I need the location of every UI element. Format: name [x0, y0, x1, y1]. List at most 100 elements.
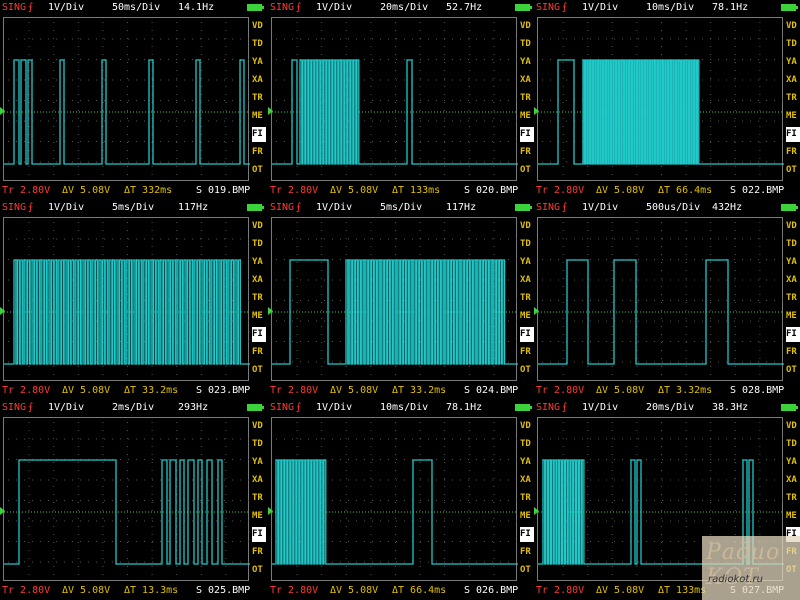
menu-item-fr[interactable]: FR [252, 545, 266, 560]
menu-item-vd[interactable]: VD [786, 219, 800, 234]
grid-dot [468, 478, 470, 479]
menu-item-vd[interactable]: VD [520, 219, 534, 234]
menu-item-xa[interactable]: XA [520, 273, 534, 288]
grid-dot [64, 438, 65, 440]
grid-dot [53, 222, 55, 223]
menu-item-td[interactable]: TD [786, 437, 800, 452]
menu-item-ot[interactable]: OT [252, 363, 266, 378]
menu-item-me[interactable]: ME [520, 109, 534, 124]
grid-dot [493, 494, 495, 495]
menu-item-ya[interactable]: YA [252, 55, 266, 70]
grid-dot [758, 79, 759, 81]
menu-item-fi[interactable]: FI [786, 327, 800, 342]
menu-item-vd[interactable]: VD [252, 219, 266, 234]
grid-dot [72, 141, 73, 142]
menu-item-td[interactable]: TD [520, 437, 534, 452]
delta-v-readout: ΔV 5.08V [596, 385, 645, 396]
menu-item-tr[interactable]: TR [252, 291, 266, 306]
menu-item-xa[interactable]: XA [520, 73, 534, 88]
menu-item-ot[interactable]: OT [252, 163, 266, 178]
menu-item-ya[interactable]: YA [786, 255, 800, 270]
menu-item-fi[interactable]: FI [520, 327, 534, 342]
menu-item-fi[interactable]: FI [520, 127, 534, 142]
menu-item-vd[interactable]: VD [786, 419, 800, 434]
grid-dot [380, 479, 381, 481]
menu-item-ot[interactable]: OT [786, 363, 800, 378]
menu-item-me[interactable]: ME [520, 309, 534, 324]
menu-item-xa[interactable]: XA [252, 73, 266, 88]
grid-dot [670, 279, 671, 281]
menu-item-ya[interactable]: YA [786, 55, 800, 70]
menu-item-fr[interactable]: FR [786, 345, 800, 360]
menu-item-fr[interactable]: FR [520, 145, 534, 160]
menu-item-ot[interactable]: OT [520, 163, 534, 178]
menu-item-xa[interactable]: XA [520, 473, 534, 488]
menu-item-ot[interactable]: OT [786, 163, 800, 178]
menu-item-fr[interactable]: FR [520, 545, 534, 560]
menu-item-xa[interactable]: XA [786, 273, 800, 288]
menu-item-tr[interactable]: TR [786, 291, 800, 306]
grid-dot [284, 361, 285, 363]
menu-item-vd[interactable]: VD [520, 19, 534, 34]
menu-item-ot[interactable]: OT [520, 563, 534, 578]
menu-item-me[interactable]: ME [252, 509, 266, 524]
menu-item-td[interactable]: TD [252, 37, 266, 52]
grid-dot [492, 141, 493, 142]
grid-dot [225, 238, 227, 239]
grid-dot [654, 479, 655, 481]
menu-item-tr[interactable]: TR [520, 491, 534, 506]
grid-dot [726, 361, 727, 363]
menu-item-fi[interactable]: FI [786, 127, 800, 142]
grid-dot [216, 438, 217, 440]
menu-item-xa[interactable]: XA [786, 73, 800, 88]
menu-item-ya[interactable]: YA [520, 255, 534, 270]
menu-item-xa[interactable]: XA [786, 473, 800, 488]
menu-item-vd[interactable]: VD [786, 19, 800, 34]
menu-item-ot[interactable]: OT [520, 363, 534, 378]
menu-item-vd[interactable]: VD [520, 419, 534, 434]
menu-item-tr[interactable]: TR [520, 291, 534, 306]
menu-item-vd[interactable]: VD [252, 419, 266, 434]
menu-item-tr[interactable]: TR [252, 91, 266, 106]
grid-dot [500, 79, 501, 81]
menu-item-fi[interactable]: FI [252, 127, 266, 142]
menu-item-td[interactable]: TD [520, 37, 534, 52]
volts-per-div: 1V/Div [48, 202, 85, 213]
menu-item-me[interactable]: ME [786, 309, 800, 324]
menu-item-ya[interactable]: YA [252, 455, 266, 470]
menu-item-fr[interactable]: FR [786, 145, 800, 160]
menu-item-fr[interactable]: FR [252, 145, 266, 160]
menu-item-me[interactable]: ME [786, 109, 800, 124]
menu-item-xa[interactable]: XA [252, 473, 266, 488]
menu-item-xa[interactable]: XA [252, 273, 266, 288]
menu-item-td[interactable]: TD [520, 237, 534, 252]
grid-dot [104, 38, 105, 40]
menu-item-me[interactable]: ME [252, 109, 266, 124]
grid-dot [192, 79, 193, 81]
menu-item-fi[interactable]: FI [252, 327, 266, 342]
menu-item-tr[interactable]: TR [786, 91, 800, 106]
menu-item-td[interactable]: TD [252, 437, 266, 452]
menu-item-tr[interactable]: TR [786, 491, 800, 506]
grid-dot [53, 510, 55, 511]
menu-item-fi[interactable]: FI [520, 527, 534, 542]
menu-item-me[interactable]: ME [252, 309, 266, 324]
menu-item-me[interactable]: ME [786, 509, 800, 524]
menu-item-vd[interactable]: VD [252, 19, 266, 34]
menu-item-fi[interactable]: FI [252, 527, 266, 542]
grid-dot [587, 374, 589, 375]
menu-item-tr[interactable]: TR [520, 91, 534, 106]
menu-item-tr[interactable]: TR [252, 491, 266, 506]
menu-item-ya[interactable]: YA [520, 55, 534, 70]
menu-item-td[interactable]: TD [786, 37, 800, 52]
menu-item-fr[interactable]: FR [252, 345, 266, 360]
grid-dot [24, 79, 25, 81]
menu-item-ot[interactable]: OT [252, 563, 266, 578]
menu-item-ya[interactable]: YA [520, 455, 534, 470]
menu-item-ya[interactable]: YA [252, 255, 266, 270]
menu-item-ya[interactable]: YA [786, 455, 800, 470]
menu-item-td[interactable]: TD [252, 237, 266, 252]
menu-item-me[interactable]: ME [520, 509, 534, 524]
menu-item-td[interactable]: TD [786, 237, 800, 252]
menu-item-fr[interactable]: FR [520, 345, 534, 360]
